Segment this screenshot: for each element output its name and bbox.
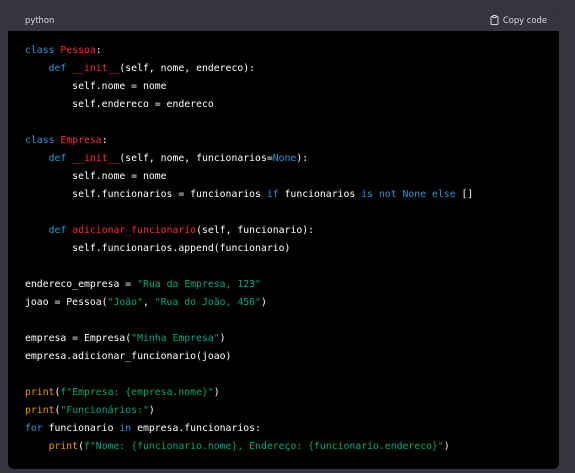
code-token: def [48, 153, 67, 164]
code-line: def __init__(self, nome, endereco): [25, 60, 542, 78]
code-line: joao = Pessoa("João", "Rua do João, 456"… [25, 294, 542, 312]
code-token: None [272, 153, 297, 164]
code-token: ) [219, 333, 226, 344]
code-token: ) [443, 441, 450, 452]
code-content: class Pessoa: def __init__(self, nome, e… [8, 31, 559, 456]
code-token: ) [260, 297, 267, 308]
code-token: def [48, 63, 67, 74]
code-token: (self, nome, endereco): [119, 63, 256, 74]
code-token: print [25, 387, 55, 398]
code-line: endereco_empresa = "Rua da Empresa, 123" [25, 276, 542, 294]
code-token: Empresa [60, 135, 102, 146]
code-token: self.funcionarios = funcionarios [25, 189, 267, 200]
code-token: self.nome = nome [25, 171, 167, 182]
code-token: __init__ [72, 153, 120, 164]
code-token: self.endereco = endereco [25, 99, 214, 110]
code-line: def adicionar_funcionario(self, funciona… [25, 222, 542, 240]
code-token: None [402, 189, 427, 200]
code-line: class Empresa: [25, 132, 542, 150]
code-token: class [25, 45, 55, 56]
code-token: is [361, 189, 373, 200]
code-token: "Rua da Empresa, 123" [137, 279, 261, 290]
code-token: ) [213, 387, 220, 398]
code-line: def __init__(self, nome, funcionarios=No… [25, 150, 542, 168]
code-block: python Copy code class Pessoa: def __ini… [8, 8, 559, 469]
code-token: : [95, 45, 102, 56]
code-token: f"Nome: {funcionario.nome}, Endereço: {f… [84, 441, 444, 452]
code-token: else [432, 189, 456, 200]
code-token: def [48, 225, 67, 236]
code-line: self.funcionarios = funcionarios if func… [25, 186, 542, 204]
code-line: print(f"Empresa: {empresa.nome}") [25, 384, 542, 402]
code-line: empresa.adicionar_funcionario(joao) [25, 348, 542, 366]
code-token: empresa.funcionarios: [131, 423, 261, 434]
code-line: print(f"Nome: {funcionario.nome}, Endere… [25, 438, 542, 456]
code-token: funcionario [42, 423, 120, 434]
code-token: f"Empresa: {empresa.nome}" [60, 387, 214, 398]
clipboard-icon [490, 14, 499, 25]
code-token: empresa.adicionar_funcionario(joao) [25, 351, 232, 362]
code-token: "Minha Empresa" [131, 333, 220, 344]
code-token: self.funcionarios.append(funcionario) [25, 243, 291, 254]
code-block-header: python Copy code [8, 8, 559, 31]
code-token: "Funcionários:" [60, 405, 149, 416]
code-line: for funcionario in empresa.funcionarios: [25, 420, 542, 438]
code-token: class [25, 135, 55, 146]
code-token: ): [296, 153, 309, 164]
code-token: (self, funcionario): [196, 225, 315, 236]
code-line: self.funcionarios.append(funcionario) [25, 240, 542, 258]
code-token: Pessoa [60, 45, 96, 56]
code-token: joao = Pessoa( [25, 297, 108, 308]
code-token: , [142, 297, 155, 308]
code-line: self.nome = nome [25, 78, 542, 96]
copy-code-button[interactable]: Copy code [490, 14, 547, 25]
code-token: ) [148, 405, 155, 416]
code-token: self.nome = nome [25, 81, 167, 92]
code-token: print [25, 405, 55, 416]
code-line: self.nome = nome [25, 168, 542, 186]
code-token: __init__ [72, 63, 120, 74]
code-token: print [48, 441, 79, 452]
code-line: print("Funcionários:") [25, 402, 542, 420]
code-token: in [119, 423, 132, 434]
copy-code-label: Copy code [502, 14, 547, 25]
code-token: empresa = Empresa( [25, 333, 132, 344]
code-token: funcionarios [278, 189, 362, 200]
code-token: if [266, 189, 279, 200]
code-token: "João" [107, 297, 143, 308]
code-line: self.endereco = endereco [25, 96, 542, 114]
code-line: class Pessoa: [25, 42, 542, 60]
code-token: endereco_empresa = [25, 279, 138, 290]
code-token: "Rua do João, 456" [154, 297, 261, 308]
code-line: empresa = Empresa("Minha Empresa") [25, 330, 542, 348]
language-label: python [25, 14, 55, 25]
code-token: for [25, 423, 43, 434]
code-token: [] [455, 189, 474, 200]
code-token: adicionar_funcionario [72, 225, 197, 236]
code-token: not [378, 189, 397, 200]
code-token: : [101, 135, 108, 146]
code-token: (self, nome, funcionarios= [119, 153, 273, 164]
